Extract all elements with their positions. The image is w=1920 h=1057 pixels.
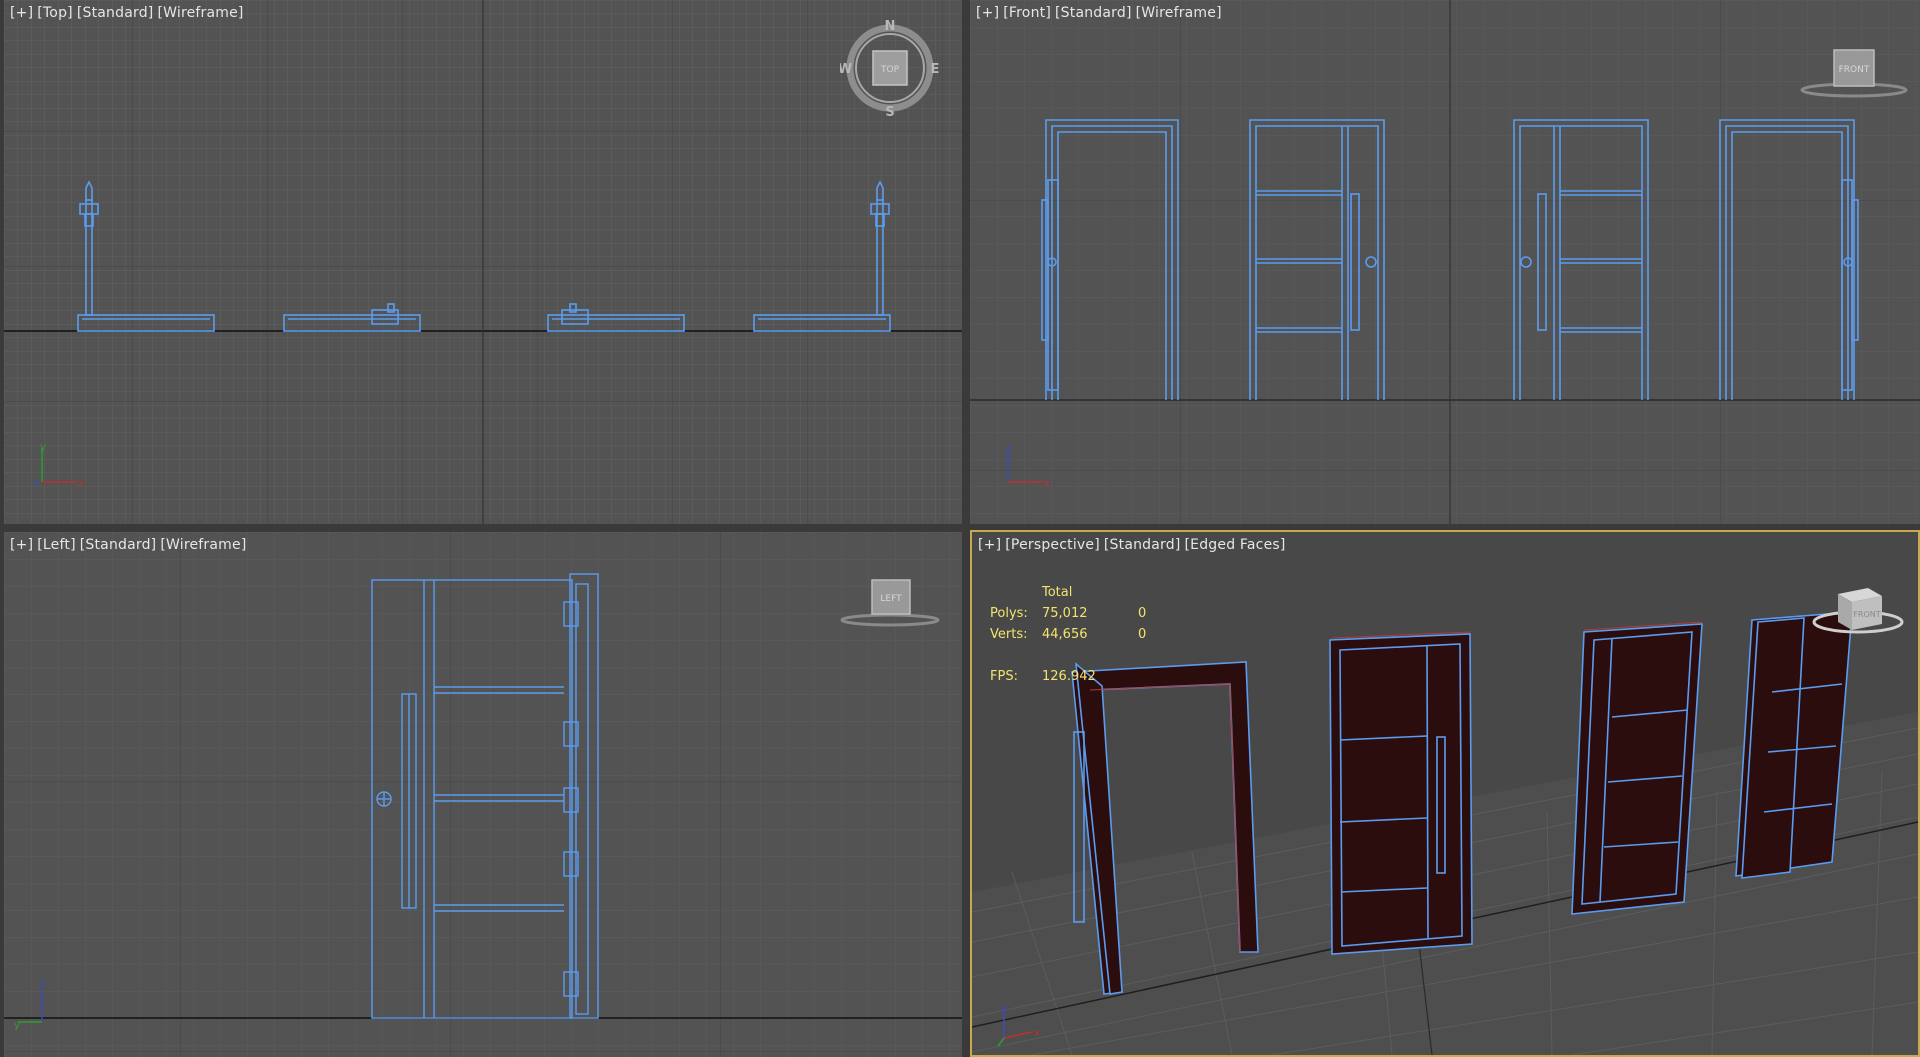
axis-z-label: z <box>1002 1002 1007 1013</box>
viewport-shading-standard[interactable]: [Standard] <box>80 537 157 553</box>
axis-z-label: z <box>1006 442 1011 453</box>
viewport-display-mode[interactable]: [Wireframe] <box>160 537 246 553</box>
compass-west: W <box>840 62 852 77</box>
view-cube[interactable]: FRONT <box>1808 572 1908 642</box>
axis-y-label: y <box>14 1020 20 1031</box>
view-cube-face-label: LEFT <box>880 594 902 604</box>
viewport-front-label[interactable]: [+] [Front] [Standard] [Wireframe] <box>976 5 1226 21</box>
top-scene <box>4 0 962 524</box>
stats-verts-selected: 0 <box>1138 627 1147 642</box>
viewport-top[interactable]: [+] [Top] [Standard] [Wireframe] y z x TOP … <box>4 0 962 524</box>
view-cube[interactable]: FRONT <box>1798 44 1908 104</box>
compass-north: N <box>885 19 896 34</box>
viewport-menu-plus[interactable]: [+] <box>978 537 1001 553</box>
view-cube[interactable]: LEFT <box>840 578 950 638</box>
viewport-menu-plus[interactable]: [+] <box>976 5 999 21</box>
viewport-menu-plus[interactable]: [+] <box>10 5 33 21</box>
stats-verts-value: 44,656 <box>1042 627 1088 642</box>
stats-verts-label: Verts: <box>990 627 1028 642</box>
axis-gizmo: y z x <box>34 442 84 489</box>
axis-gizmo: z x <box>997 1002 1040 1047</box>
front-scene <box>970 0 1920 524</box>
viewport-menu-plus[interactable]: [+] <box>10 537 33 553</box>
axis-x-label: x <box>1034 1028 1040 1039</box>
viewport-display-mode[interactable]: [Edged Faces] <box>1185 537 1286 553</box>
viewport-display-mode[interactable]: [Wireframe] <box>157 5 243 21</box>
stats-total-header: Total <box>1042 585 1073 600</box>
viewport-statistics: Total Polys: 75,012 0 Verts: 44,656 0 FPS: 12… <box>990 582 1168 687</box>
axis-z-label: z <box>34 478 39 489</box>
view-cube-face-label: FRONT <box>1853 610 1880 619</box>
viewport-perspective[interactable]: [+] [Perspective] [Standard] [Edged Faces] … <box>970 530 1920 1057</box>
view-compass-cube[interactable]: TOP N S E W <box>840 18 940 118</box>
stats-polys-value: 75,012 <box>1042 606 1088 621</box>
stats-polys-label: Polys: <box>990 606 1028 621</box>
axis-x-label: x <box>1044 478 1050 489</box>
viewport-front[interactable]: [+] [Front] [Standard] [Wireframe] z x F… <box>970 0 1920 524</box>
axis-gizmo: z x <box>1006 442 1050 489</box>
axis-x-label: x <box>78 478 84 489</box>
axis-y-label: y <box>40 442 46 453</box>
axis-z-label: z <box>40 978 45 989</box>
viewport-left[interactable]: [+] [Left] [Standard] [Wireframe] z y LE… <box>4 532 962 1057</box>
stats-fps-label: FPS: <box>990 669 1018 684</box>
viewport-view-name[interactable]: [Front] <box>1003 5 1051 21</box>
viewport-view-name[interactable]: [Perspective] <box>1005 537 1100 553</box>
viewport-view-name[interactable]: [Left] <box>37 537 75 553</box>
compass-south: S <box>885 105 894 118</box>
stats-fps-value: 126.942 <box>1042 669 1096 684</box>
viewport-perspective-label[interactable]: [+] [Perspective] [Standard] [Edged Faces] <box>978 537 1290 553</box>
viewport-shading-standard[interactable]: [Standard] <box>1055 5 1132 21</box>
compass-east: E <box>931 62 940 77</box>
view-cube-face-label: FRONT <box>1839 65 1870 75</box>
viewport-shading-standard[interactable]: [Standard] <box>1104 537 1181 553</box>
viewport-top-label[interactable]: [+] [Top] [Standard] [Wireframe] <box>10 5 248 21</box>
viewport-left-label[interactable]: [+] [Left] [Standard] [Wireframe] <box>10 537 250 553</box>
viewport-display-mode[interactable]: [Wireframe] <box>1136 5 1222 21</box>
axis-gizmo: z y <box>14 978 45 1031</box>
left-scene <box>4 532 962 1057</box>
view-cube-face-label: TOP <box>880 65 900 75</box>
viewport-shading-standard[interactable]: [Standard] <box>77 5 154 21</box>
viewport-view-name[interactable]: [Top] <box>37 5 73 21</box>
stats-polys-selected: 0 <box>1138 606 1147 621</box>
